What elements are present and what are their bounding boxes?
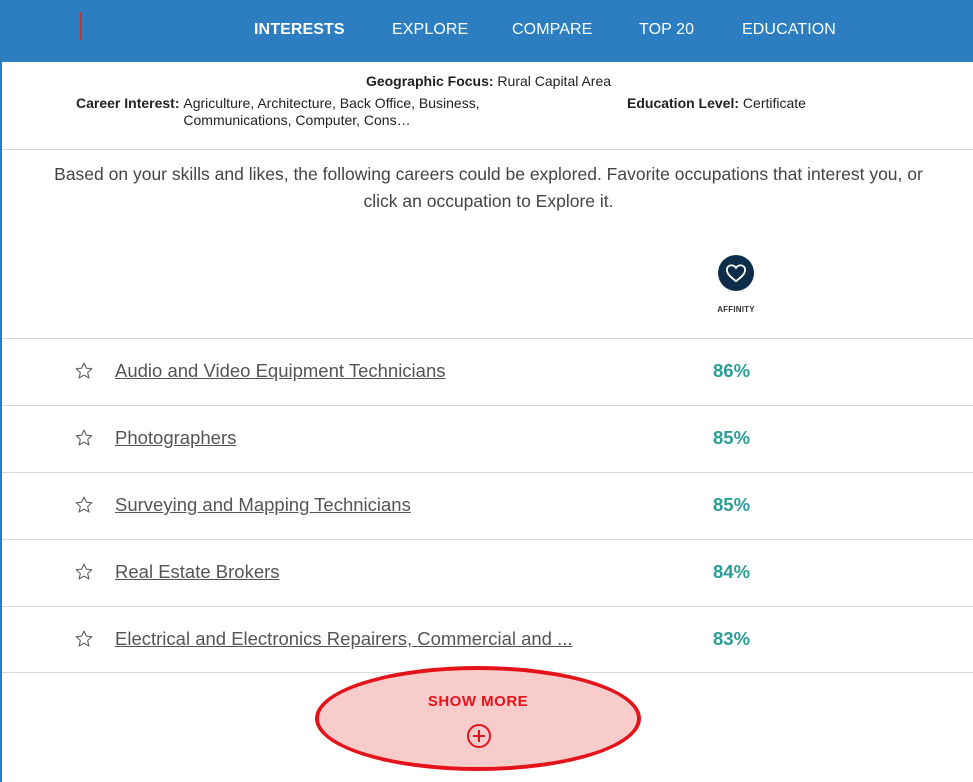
occupation-link[interactable]: Real Estate Brokers [115,561,280,583]
show-more-button[interactable]: SHOW MORE [315,666,641,771]
filter-summary: Geographic Focus: Rural Capital Area Car… [2,62,973,150]
career-interest-label: Career Interest: [76,95,180,111]
tab-interests[interactable]: INTERESTS [254,21,345,39]
table-row: Surveying and Mapping Technicians 85% [2,472,973,539]
table-row: Real Estate Brokers 84% [2,539,973,606]
education-level-label: Education Level: [627,95,740,111]
table-row: Audio and Video Equipment Technicians 86… [2,338,973,405]
career-interest-value: Agriculture, Architecture, Back Office, … [183,95,480,128]
geographic-focus-value: Rural Capital Area [497,73,612,89]
affinity-value: 83% [713,628,751,649]
show-more-label: SHOW MORE [427,693,529,710]
career-interest: Career Interest: Agriculture, Architectu… [76,95,596,129]
occupation-list: Audio and Video Equipment Technicians 86… [2,338,973,673]
affinity-value: 86% [713,360,751,381]
star-icon[interactable] [74,495,94,515]
star-icon[interactable] [74,562,94,582]
geographic-focus: Geographic Focus: Rural Capital Area [2,73,973,89]
plus-circle-icon [466,723,492,749]
intro-text: Based on your skills and likes, the foll… [54,164,923,211]
table-row: Photographers 85% [2,405,973,472]
app-frame: INTERESTS EXPLORE COMPARE TOP 20 EDUCATI… [0,0,973,782]
tab-education[interactable]: EDUCATION [742,21,836,39]
table-row: Electrical and Electronics Repairers, Co… [2,606,973,673]
star-icon[interactable] [74,428,94,448]
star-icon[interactable] [74,629,94,649]
affinity-value: 85% [713,494,751,515]
occupation-link[interactable]: Surveying and Mapping Technicians [115,494,411,516]
tab-explore[interactable]: EXPLORE [392,21,468,39]
occupation-link[interactable]: Photographers [115,427,236,449]
affinity-value: 84% [713,561,751,582]
occupation-link[interactable]: Electrical and Electronics Repairers, Co… [115,628,573,650]
affinity-column-header: AFFINITY [712,255,760,314]
top-navigation: INTERESTS EXPLORE COMPARE TOP 20 EDUCATI… [2,0,973,62]
tab-compare[interactable]: COMPARE [512,21,592,39]
affinity-value: 85% [713,427,751,448]
education-level: Education Level: Certificate [627,95,806,111]
geographic-focus-label: Geographic Focus: [365,73,494,89]
affinity-label: AFFINITY [717,305,755,314]
heart-icon [718,255,754,291]
education-level-value: Certificate [742,95,806,111]
tab-top-20[interactable]: TOP 20 [639,21,694,39]
star-icon[interactable] [74,361,94,381]
nav-accent-mark [80,12,82,40]
occupation-link[interactable]: Audio and Video Equipment Technicians [115,360,446,382]
